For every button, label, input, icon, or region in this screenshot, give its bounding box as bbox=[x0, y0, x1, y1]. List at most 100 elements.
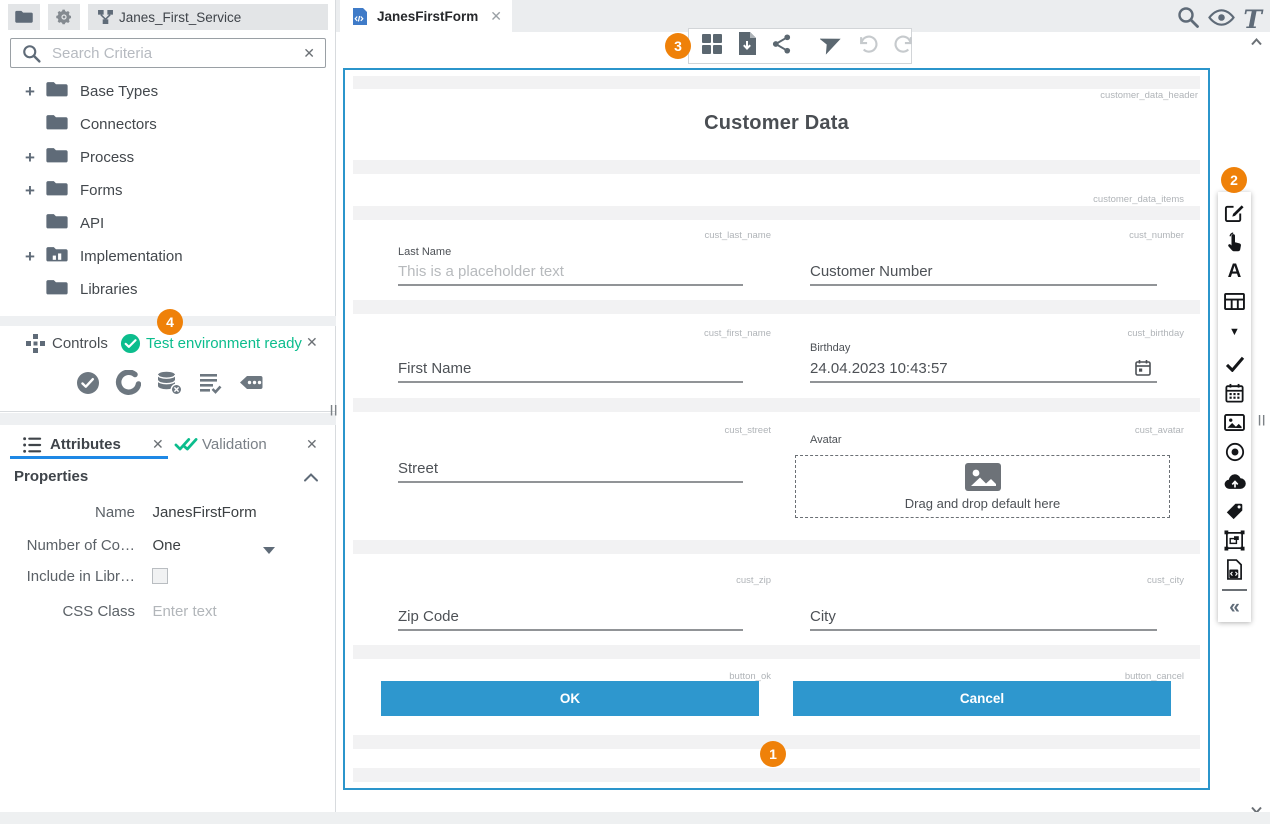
validation-close-icon[interactable]: ✕ bbox=[306, 437, 318, 451]
calendar-icon[interactable] bbox=[1225, 379, 1244, 408]
cloud-upload-icon[interactable] bbox=[1224, 467, 1246, 496]
form-canvas[interactable]: customer_data_header Customer Data custo… bbox=[343, 68, 1210, 790]
preview-eye-icon[interactable] bbox=[1208, 8, 1235, 32]
columns-select-value[interactable]: One bbox=[152, 537, 180, 554]
city-field[interactable]: City bbox=[810, 608, 836, 625]
layout-grid-icon[interactable] bbox=[701, 33, 723, 60]
search-input[interactable]: Search Criteria ✕ bbox=[10, 38, 326, 68]
select-dropdown-icon[interactable] bbox=[262, 542, 276, 560]
form-editor-app: Janes_First_Service Search Criteria ✕ + … bbox=[0, 0, 1270, 824]
zip-code-field[interactable]: Zip Code bbox=[398, 608, 459, 625]
widget-id-label: cust_zip bbox=[381, 575, 771, 586]
first-name-field[interactable]: First Name bbox=[398, 360, 471, 377]
avatar-dropzone[interactable]: Drag and drop default here bbox=[795, 455, 1170, 518]
tree-item-base-types[interactable]: + Base Types bbox=[0, 75, 336, 108]
drop-strip[interactable] bbox=[353, 300, 1200, 314]
folder-tab[interactable] bbox=[8, 4, 40, 30]
tab-attributes[interactable]: Attributes bbox=[50, 436, 121, 453]
pointer-icon[interactable] bbox=[1226, 227, 1244, 256]
property-label: Number of Co… bbox=[15, 537, 135, 554]
log-list-check-icon[interactable] bbox=[197, 370, 223, 401]
css-class-input[interactable]: Enter text bbox=[152, 603, 216, 620]
folder-icon bbox=[46, 147, 68, 169]
ok-button[interactable]: OK bbox=[381, 681, 759, 716]
text-icon[interactable]: A bbox=[1228, 257, 1242, 286]
tab-close-icon[interactable]: ✕ bbox=[490, 9, 502, 23]
scroll-up-icon[interactable] bbox=[1250, 34, 1263, 52]
property-row-css-class: CSS Class Enter text bbox=[15, 603, 217, 621]
share-icon[interactable] bbox=[771, 33, 792, 60]
checkmark-icon[interactable] bbox=[1225, 349, 1245, 378]
form-title[interactable]: Customer Data bbox=[345, 112, 1208, 135]
search-icon[interactable] bbox=[1176, 5, 1200, 34]
settings-tab[interactable] bbox=[48, 4, 80, 30]
expand-icon[interactable]: + bbox=[22, 148, 38, 168]
street-field[interactable]: Street bbox=[398, 460, 438, 477]
calendar-picker-icon[interactable] bbox=[1135, 359, 1151, 381]
attributes-panel: Attributes ✕ Validation ✕ Properties Nam… bbox=[0, 425, 336, 808]
folder-icon bbox=[46, 81, 68, 103]
property-row-include-in-library: Include in Libr… bbox=[15, 568, 168, 589]
field-underline bbox=[810, 284, 1157, 286]
value-label-icon[interactable] bbox=[237, 370, 265, 401]
code-file-icon[interactable] bbox=[1226, 555, 1243, 584]
right-splitter-grip[interactable]: || bbox=[1258, 414, 1266, 426]
last-name-field[interactable]: This is a placeholder text bbox=[398, 263, 564, 280]
folder-icon bbox=[46, 279, 68, 301]
image-icon[interactable] bbox=[1224, 408, 1245, 437]
field-underline bbox=[398, 629, 743, 631]
name-value[interactable]: JanesFirstForm bbox=[152, 504, 256, 521]
drop-strip[interactable] bbox=[353, 206, 1200, 220]
edit-icon[interactable] bbox=[1224, 198, 1245, 227]
tab-validation[interactable]: Validation bbox=[202, 436, 267, 453]
annotation-badge-1: 1 bbox=[760, 741, 786, 767]
tree-item-implementation[interactable]: + Implementation bbox=[0, 240, 336, 273]
widget-id-label: cust_avatar bbox=[795, 425, 1184, 436]
table-icon[interactable] bbox=[1224, 286, 1245, 315]
tab-janesfirstform[interactable]: JanesFirstForm ✕ bbox=[340, 0, 512, 32]
birthday-field[interactable]: 24.04.2023 10:43:57 bbox=[810, 360, 948, 377]
property-label: Name bbox=[15, 504, 135, 521]
annotation-badge-2: 2 bbox=[1221, 167, 1247, 193]
service-tab[interactable]: Janes_First_Service bbox=[88, 4, 328, 30]
collapse-icon[interactable]: « bbox=[1229, 593, 1240, 622]
customer-number-field[interactable]: Customer Number bbox=[810, 263, 933, 280]
drop-strip[interactable] bbox=[353, 76, 1200, 89]
folder-icon bbox=[46, 213, 68, 235]
cancel-button[interactable]: Cancel bbox=[793, 681, 1171, 716]
panel-divider bbox=[0, 413, 336, 425]
controls-close-icon[interactable]: ✕ bbox=[306, 335, 318, 349]
expand-icon[interactable]: + bbox=[22, 247, 38, 267]
drop-strip[interactable] bbox=[353, 398, 1200, 412]
widget-toolbar: A ▼ « bbox=[1218, 192, 1251, 622]
tree-item-process[interactable]: + Process bbox=[0, 141, 336, 174]
widget-id-label: customer_data_items bbox=[1093, 194, 1184, 205]
typography-icon[interactable]: T bbox=[1243, 7, 1262, 32]
tree-item-forms[interactable]: + Forms bbox=[0, 174, 336, 207]
drop-strip[interactable] bbox=[353, 540, 1200, 554]
expand-icon[interactable]: + bbox=[22, 181, 38, 201]
expand-icon[interactable]: + bbox=[22, 82, 38, 102]
left-splitter-grip[interactable]: || bbox=[330, 404, 338, 416]
test-swoosh-icon[interactable] bbox=[115, 370, 141, 401]
tree-item-libraries[interactable]: Libraries bbox=[0, 273, 336, 306]
file-import-icon[interactable] bbox=[737, 32, 757, 60]
tree-item-connectors[interactable]: Connectors bbox=[0, 108, 336, 141]
tree-item-api[interactable]: API bbox=[0, 207, 336, 240]
drop-strip[interactable] bbox=[353, 160, 1200, 174]
include-in-library-checkbox[interactable] bbox=[152, 568, 168, 584]
tag-icon[interactable] bbox=[1225, 496, 1245, 525]
dropdown-icon[interactable]: ▼ bbox=[1229, 316, 1240, 349]
search-clear-icon[interactable]: ✕ bbox=[303, 46, 315, 60]
attributes-close-icon[interactable]: ✕ bbox=[152, 437, 164, 451]
gear-icon bbox=[55, 8, 73, 26]
folder-icon bbox=[46, 180, 68, 202]
database-clear-icon[interactable] bbox=[155, 370, 183, 401]
container-icon[interactable] bbox=[1224, 526, 1245, 555]
drop-strip[interactable] bbox=[353, 645, 1200, 659]
radio-button-icon[interactable] bbox=[1225, 437, 1245, 466]
drop-strip[interactable] bbox=[353, 768, 1200, 782]
collapse-section-icon[interactable] bbox=[303, 470, 319, 488]
validate-check-circle-icon[interactable] bbox=[75, 370, 101, 401]
send-deploy-icon[interactable] bbox=[820, 32, 843, 60]
